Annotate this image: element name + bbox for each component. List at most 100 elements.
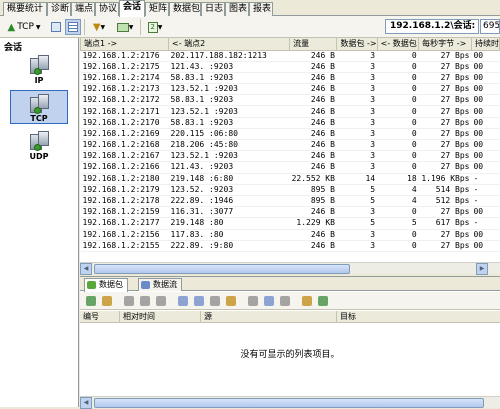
options-button[interactable] <box>316 293 330 309</box>
table-row[interactable]: 192.168.1.2:2172 58.83.1 :9203 246 B 3 0 27 B… <box>80 94 500 107</box>
tab-7[interactable]: 日志 <box>201 2 225 16</box>
table-row[interactable]: 192.168.1.2:2176 202.117.188.182:1213 246 … <box>80 50 500 62</box>
decode-button[interactable] <box>84 293 98 309</box>
column-header[interactable]: 数据包 -> <box>336 38 378 51</box>
table-row[interactable]: 192.168.1.2:2174 58.83.1 :9203 246 B 3 0 27 B… <box>80 72 500 85</box>
tab-4[interactable]: 会话 <box>119 0 145 17</box>
table-row[interactable]: 192.168.1.2:2167 123.52.1 :9203 246 B 3 0 27 … <box>80 150 500 163</box>
print-button[interactable] <box>192 293 206 309</box>
cell-pkt_out: 5 <box>336 217 378 230</box>
column-header[interactable]: <- 端点2 <box>168 38 291 51</box>
tree-view-button[interactable] <box>48 19 64 35</box>
column-header[interactable]: 编号 <box>80 311 120 323</box>
column-header[interactable]: 持续时 <box>470 38 500 51</box>
tab-9[interactable]: 报表 <box>249 2 273 16</box>
cell-ep1: 192.168.1.2:2155 <box>80 240 169 252</box>
cell-pkt_out: 3 <box>336 105 378 118</box>
cell-pkt_out: 3 <box>336 94 378 107</box>
column-header[interactable]: 每秒字节 -> <box>418 38 472 51</box>
column-header[interactable]: 端点1 -> <box>80 38 170 51</box>
column-header[interactable]: <- 数据包 <box>376 38 420 51</box>
cell-bps: 27 Bps <box>418 150 472 163</box>
table-row[interactable]: 192.168.1.2:2170 58.83.1 :9203 246 B 3 0 27 B… <box>80 117 500 129</box>
tab-flows[interactable]: 数据流 <box>138 278 182 291</box>
columns-button[interactable] <box>262 293 276 309</box>
cell-ep2: 116.31. :3077 <box>168 206 290 219</box>
tab-3[interactable]: 协议 <box>95 2 119 16</box>
protocol-item-tcp[interactable]: TCP <box>10 90 68 124</box>
table-row[interactable]: 192.168.1.2:2168 218.206 :45:80 246 B 3 0 27 … <box>80 139 500 152</box>
cell-pkt_out: 3 <box>336 128 378 141</box>
cell-ep1: 192.168.1.2:2166 <box>80 161 169 174</box>
cell-dur: - <box>471 184 500 196</box>
settings-button[interactable] <box>300 293 314 309</box>
export-button[interactable] <box>208 293 222 309</box>
tab-6[interactable]: 数据包 <box>169 2 201 16</box>
toolbar-separator <box>84 19 85 35</box>
tab-2[interactable]: 端点 <box>71 2 95 16</box>
view-button[interactable] <box>246 293 260 309</box>
tree-icon <box>51 22 61 32</box>
tab-8[interactable]: 图表 <box>225 2 249 16</box>
cell-traffic: 1.229 KB <box>289 217 337 230</box>
export-icon <box>116 22 129 32</box>
protocol-item-ip[interactable]: IP <box>10 52 68 86</box>
cell-dur: 00 <box>471 83 500 96</box>
scroll-left-icon[interactable]: ◀ <box>80 263 92 275</box>
list-view-button[interactable] <box>65 19 81 35</box>
column-header[interactable]: 目标 <box>337 311 500 323</box>
cell-dur: 00 <box>471 117 500 129</box>
filter-button[interactable] <box>224 293 238 309</box>
table-row[interactable]: 192.168.1.2:2178 222.89. :1946 895 B 5 4 512 … <box>80 195 500 208</box>
scroll-right-icon[interactable]: ▶ <box>476 263 488 275</box>
cell-ep1: 192.168.1.2:2171 <box>80 105 169 118</box>
cell-pkt_in: 0 <box>377 161 419 174</box>
table-horizontal-scrollbar[interactable]: ◀ ▶ <box>80 262 500 275</box>
table-row[interactable]: 192.168.1.2:2180 219.148 :6:80 22.552 KB 14… <box>80 173 500 185</box>
table-row[interactable]: 192.168.1.2:2177 219.148 :80 1.229 KB 5 5 617… <box>80 217 500 230</box>
cell-traffic: 246 B <box>289 150 337 163</box>
cell-pkt_out: 3 <box>336 61 378 73</box>
table-row[interactable]: 192.168.1.2:2173 123.52.1 :9203 246 B 3 0 27 … <box>80 83 500 96</box>
find-button[interactable] <box>278 293 292 309</box>
scroll-left-icon[interactable]: ◀ <box>80 397 92 409</box>
cell-ep2: 58.83.1 :9203 <box>168 72 290 85</box>
protocol-item-udp[interactable]: UDP <box>10 128 68 162</box>
table-row[interactable]: 192.168.1.2:2156 117.83. :80 246 B 3 0 27 Bps… <box>80 229 500 241</box>
table-row[interactable]: 192.168.1.2:2175 121.43. :9203 246 B 3 0 27 B… <box>80 61 500 73</box>
filter-button[interactable]: ▼ ▼ <box>87 19 111 35</box>
cell-pkt_in: 0 <box>377 128 419 141</box>
copy-button[interactable] <box>100 293 114 309</box>
save-button[interactable] <box>176 293 190 309</box>
tab-1[interactable]: 诊断 <box>47 2 71 16</box>
export-button[interactable]: ▼ <box>112 19 138 35</box>
protocol-dropdown[interactable]: ▲ TCP ▼ <box>2 19 46 35</box>
tab-label: 数据包 <box>99 280 123 289</box>
table-row[interactable]: 192.168.1.2:2159 116.31. :3077 246 B 3 0 27 B… <box>80 206 500 219</box>
table-row[interactable]: 192.168.1.2:2171 123.52.1 :9203 246 B 3 0 27 … <box>80 105 500 118</box>
column-header[interactable]: 源 <box>201 311 337 323</box>
column-header[interactable]: 流量 <box>289 38 338 51</box>
column-header[interactable]: 相对时间 <box>120 311 201 323</box>
table-row[interactable]: 192.168.1.2:2179 123.52. :9203 895 B 5 4 514 … <box>80 184 500 196</box>
print-icon <box>194 296 204 306</box>
options-icon: 2 <box>147 21 158 33</box>
forward-button[interactable] <box>138 293 152 309</box>
cell-ep2: 123.52.1 :9203 <box>168 105 290 118</box>
table-row[interactable]: 192.168.1.2:2169 220.115 :06:80 246 B 3 0 27 … <box>80 128 500 141</box>
cell-pkt_out: 3 <box>336 150 378 163</box>
tab-packets[interactable]: 数据包 <box>84 278 128 292</box>
filter-icon: ▼ <box>92 21 101 33</box>
scrollbar-thumb[interactable] <box>94 264 350 274</box>
packet-list-scrollbar[interactable]: ◀ <box>80 396 500 409</box>
back-button[interactable] <box>122 293 136 309</box>
tab-5[interactable]: 矩阵 <box>145 2 169 16</box>
cell-pkt_in: 4 <box>377 195 419 208</box>
table-row[interactable]: 192.168.1.2:2155 222.89. :9:80 246 B 3 0 27 B… <box>80 240 500 252</box>
stop-button[interactable] <box>154 293 168 309</box>
cell-dur: 00 <box>471 61 500 73</box>
options-button[interactable]: 2 ▼ <box>143 19 167 35</box>
table-row[interactable]: 192.168.1.2:2166 121.43. :9203 246 B 3 0 27 B… <box>80 161 500 174</box>
cell-dur: 00 <box>471 206 500 219</box>
tab-0[interactable]: 概要统计 <box>3 2 47 16</box>
